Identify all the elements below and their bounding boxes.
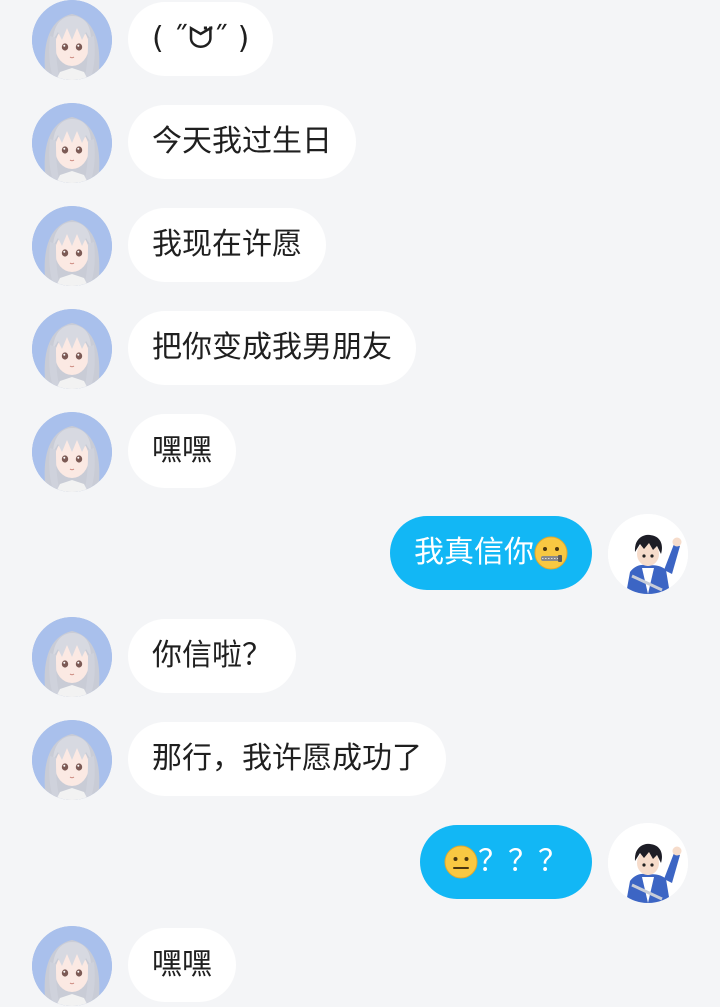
chat-message-list[interactable]: ( ˝ᗢ̈˝ ) 今天我过生日 我现在许愿 把你变成我男朋友 嘿嘿 我真信你 你… — [0, 0, 720, 1007]
message-text: 我现在许愿 — [152, 227, 302, 262]
message-row-incoming: ( ˝ᗢ̈˝ ) — [0, 0, 720, 80]
message-row-incoming: 那行，我许愿成功了 — [0, 720, 720, 800]
message-text: 嘿嘿 — [152, 947, 212, 982]
message-bubble-outgoing[interactable]: 我真信你 — [390, 516, 592, 590]
message-row-incoming: 嘿嘿 — [0, 412, 720, 492]
message-bubble[interactable]: ( ˝ᗢ̈˝ ) — [128, 2, 274, 76]
message-text: 把你变成我男朋友 — [152, 330, 392, 365]
message-bubble[interactable]: 嘿嘿 — [128, 928, 236, 1002]
contact-avatar[interactable] — [32, 412, 112, 492]
contact-avatar[interactable] — [32, 720, 112, 800]
message-bubble[interactable]: 那行，我许愿成功了 — [128, 722, 446, 796]
message-bubble[interactable]: 我现在许愿 — [128, 208, 326, 282]
message-row-incoming: 你信啦？ — [0, 617, 720, 697]
message-row-outgoing: 我真信你 — [0, 514, 720, 594]
self-avatar[interactable] — [608, 514, 688, 594]
zipper-mouth-emoji-icon — [534, 536, 568, 570]
message-text: 今天我过生日 — [152, 124, 332, 159]
message-row-incoming: 我现在许愿 — [0, 206, 720, 286]
message-row-incoming: 把你变成我男朋友 — [0, 309, 720, 389]
message-bubble[interactable]: 你信啦？ — [128, 619, 296, 693]
message-bubble[interactable]: 今天我过生日 — [128, 105, 356, 179]
neutral-face-emoji-icon — [444, 845, 478, 879]
contact-avatar[interactable] — [32, 0, 112, 80]
message-text: 嘿嘿 — [152, 433, 212, 468]
message-text: ( ˝ᗢ̈˝ ) — [152, 21, 250, 56]
message-bubble[interactable]: 把你变成我男朋友 — [128, 311, 416, 385]
self-avatar[interactable] — [608, 823, 688, 903]
message-text: ？？？ — [478, 844, 568, 879]
contact-avatar[interactable] — [32, 926, 112, 1006]
message-row-incoming: 今天我过生日 — [0, 103, 720, 183]
contact-avatar[interactable] — [32, 309, 112, 389]
message-text: 我真信你 — [414, 535, 534, 570]
message-row-outgoing: ？？？ — [0, 823, 720, 903]
message-bubble-outgoing[interactable]: ？？？ — [420, 825, 592, 899]
message-bubble[interactable]: 嘿嘿 — [128, 414, 236, 488]
message-text: 那行，我许愿成功了 — [152, 741, 422, 776]
message-text: 你信啦？ — [152, 638, 272, 673]
message-row-incoming: 嘿嘿 — [0, 926, 720, 1006]
contact-avatar[interactable] — [32, 206, 112, 286]
contact-avatar[interactable] — [32, 617, 112, 697]
contact-avatar[interactable] — [32, 103, 112, 183]
